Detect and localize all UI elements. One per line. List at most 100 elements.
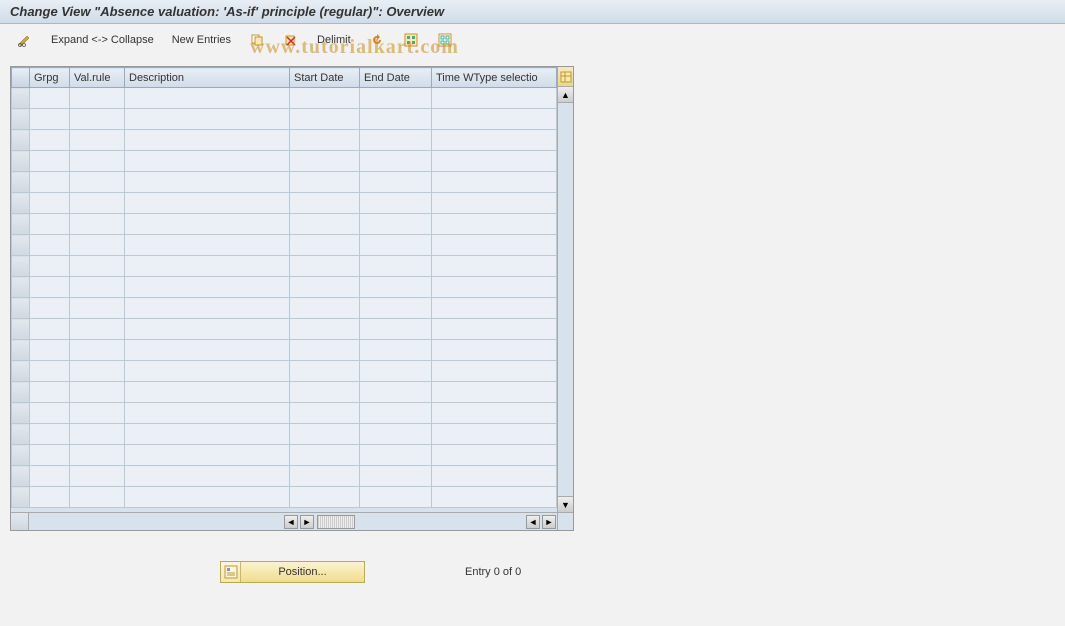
- table-cell[interactable]: [70, 172, 125, 193]
- table-cell[interactable]: [70, 298, 125, 319]
- table-cell[interactable]: [360, 130, 432, 151]
- table-cell[interactable]: [432, 487, 557, 508]
- table-cell[interactable]: [290, 193, 360, 214]
- table-cell[interactable]: [70, 151, 125, 172]
- copy-button[interactable]: [242, 30, 272, 50]
- table-cell[interactable]: [360, 445, 432, 466]
- table-row[interactable]: [12, 193, 557, 214]
- table-cell[interactable]: [125, 361, 290, 382]
- position-button[interactable]: Position...: [220, 561, 365, 583]
- table-cell[interactable]: [432, 319, 557, 340]
- row-selector[interactable]: [12, 109, 30, 130]
- table-cell[interactable]: [290, 466, 360, 487]
- table-cell[interactable]: [290, 88, 360, 109]
- table-cell[interactable]: [432, 382, 557, 403]
- table-cell[interactable]: [70, 319, 125, 340]
- row-selector[interactable]: [12, 466, 30, 487]
- table-row[interactable]: [12, 361, 557, 382]
- overview-table[interactable]: Grpg Val.rule Description Start Date End…: [11, 67, 557, 508]
- table-cell[interactable]: [30, 340, 70, 361]
- table-cell[interactable]: [432, 214, 557, 235]
- table-cell[interactable]: [290, 361, 360, 382]
- table-cell[interactable]: [125, 487, 290, 508]
- table-cell[interactable]: [290, 487, 360, 508]
- delete-button[interactable]: [276, 30, 306, 50]
- table-row[interactable]: [12, 319, 557, 340]
- table-cell[interactable]: [30, 277, 70, 298]
- table-cell[interactable]: [70, 340, 125, 361]
- table-cell[interactable]: [290, 151, 360, 172]
- table-cell[interactable]: [360, 277, 432, 298]
- table-cell[interactable]: [70, 214, 125, 235]
- table-row[interactable]: [12, 172, 557, 193]
- table-cell[interactable]: [432, 151, 557, 172]
- table-cell[interactable]: [125, 235, 290, 256]
- col-header-enddate[interactable]: End Date: [360, 68, 432, 88]
- table-cell[interactable]: [432, 256, 557, 277]
- col-header-startdate[interactable]: Start Date: [290, 68, 360, 88]
- vscroll-track[interactable]: [558, 103, 573, 496]
- table-cell[interactable]: [432, 361, 557, 382]
- table-cell[interactable]: [70, 466, 125, 487]
- table-cell[interactable]: [30, 109, 70, 130]
- hscroll-right2-button[interactable]: ►: [542, 515, 556, 529]
- table-cell[interactable]: [432, 130, 557, 151]
- table-cell[interactable]: [360, 487, 432, 508]
- table-cell[interactable]: [125, 466, 290, 487]
- table-cell[interactable]: [290, 298, 360, 319]
- table-cell[interactable]: [290, 319, 360, 340]
- table-cell[interactable]: [360, 403, 432, 424]
- table-cell[interactable]: [125, 193, 290, 214]
- table-cell[interactable]: [432, 445, 557, 466]
- table-cell[interactable]: [30, 130, 70, 151]
- col-header-description[interactable]: Description: [125, 68, 290, 88]
- table-row[interactable]: [12, 487, 557, 508]
- table-cell[interactable]: [432, 403, 557, 424]
- table-cell[interactable]: [70, 130, 125, 151]
- table-cell[interactable]: [30, 235, 70, 256]
- table-row[interactable]: [12, 214, 557, 235]
- row-selector[interactable]: [12, 361, 30, 382]
- table-cell[interactable]: [30, 445, 70, 466]
- table-cell[interactable]: [290, 235, 360, 256]
- delimit-button[interactable]: Delimit: [310, 30, 358, 50]
- row-selector[interactable]: [12, 298, 30, 319]
- table-cell[interactable]: [290, 256, 360, 277]
- table-cell[interactable]: [70, 277, 125, 298]
- table-cell[interactable]: [360, 256, 432, 277]
- new-entries-button[interactable]: New Entries: [165, 30, 238, 50]
- table-cell[interactable]: [70, 256, 125, 277]
- table-cell[interactable]: [30, 151, 70, 172]
- table-cell[interactable]: [290, 445, 360, 466]
- table-cell[interactable]: [30, 193, 70, 214]
- row-selector[interactable]: [12, 487, 30, 508]
- table-cell[interactable]: [125, 277, 290, 298]
- row-selector[interactable]: [12, 256, 30, 277]
- table-cell[interactable]: [360, 193, 432, 214]
- table-cell[interactable]: [70, 445, 125, 466]
- vertical-scrollbar[interactable]: ▲ ▼: [557, 67, 573, 512]
- table-cell[interactable]: [360, 319, 432, 340]
- table-settings-button[interactable]: [558, 67, 573, 87]
- row-selector-header[interactable]: [12, 68, 30, 88]
- table-cell[interactable]: [30, 319, 70, 340]
- table-cell[interactable]: [125, 319, 290, 340]
- expand-collapse-button[interactable]: Expand <-> Collapse: [44, 30, 161, 50]
- table-cell[interactable]: [432, 424, 557, 445]
- table-cell[interactable]: [432, 340, 557, 361]
- row-selector[interactable]: [12, 130, 30, 151]
- table-row[interactable]: [12, 277, 557, 298]
- table-row[interactable]: [12, 340, 557, 361]
- table-cell[interactable]: [360, 424, 432, 445]
- table-cell[interactable]: [360, 382, 432, 403]
- table-cell[interactable]: [125, 382, 290, 403]
- table-row[interactable]: [12, 424, 557, 445]
- table-cell[interactable]: [290, 403, 360, 424]
- table-cell[interactable]: [290, 277, 360, 298]
- toggle-change-button[interactable]: [10, 30, 40, 50]
- row-selector[interactable]: [12, 172, 30, 193]
- table-cell[interactable]: [125, 298, 290, 319]
- scroll-up-button[interactable]: ▲: [558, 87, 573, 103]
- col-header-valrule[interactable]: Val.rule: [70, 68, 125, 88]
- table-cell[interactable]: [432, 298, 557, 319]
